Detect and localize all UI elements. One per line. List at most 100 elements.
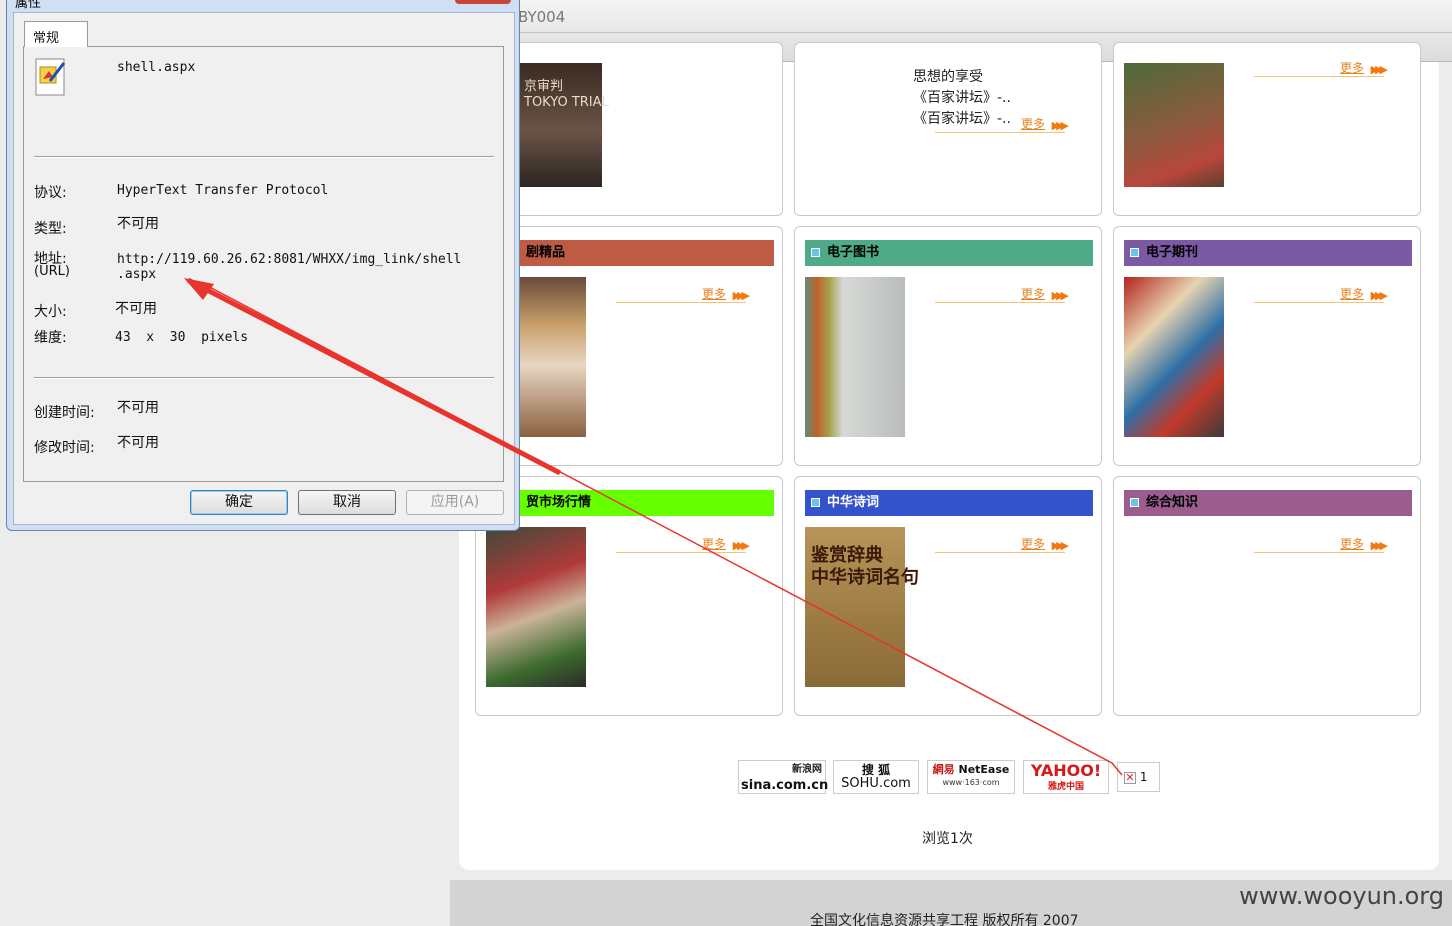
list-item[interactable]: 《百家讲坛》-.. [913,88,1011,109]
separator [34,377,494,379]
sina-logo[interactable]: 新浪网 sina.com.cn [738,760,829,794]
poster-title: 京审判 TOKYO TRIAL [524,79,609,110]
card-title: 电子图书 [827,245,880,260]
sina-logo-text: sina.com.cn [741,778,829,793]
more-link[interactable]: 更多 ▶▶▶ [935,537,1070,553]
more-link[interactable]: 更多 ▶▶▶ [616,287,751,303]
ok-button[interactable]: 确定 [190,490,288,515]
yahoo-logo-text: YAHOO! [1030,761,1102,780]
more-link-text[interactable]: 更多 [1021,285,1045,302]
card-header[interactable]: 电子期刊 [1124,240,1412,266]
more-link-text[interactable]: 更多 [702,535,726,552]
more-arrows-icon: ▶▶▶ [1370,289,1389,302]
cancel-button[interactable]: 取消 [298,490,396,515]
more-arrows-icon: ▶▶▶ [1051,539,1070,552]
general-tab-panel: shell.aspx 协议: HyperText Transfer Protoc… [23,46,504,482]
created-label: 创建时间: [34,405,95,421]
dimensions-label: 维度: [34,330,67,346]
protocol-value: HyperText Transfer Protocol [117,183,329,198]
card-title: 中华诗词 [827,495,880,510]
created-value: 不可用 [117,400,159,416]
more-arrows-icon: ▶▶▶ [1051,119,1070,132]
more-link[interactable]: 更多 ▶▶▶ [935,287,1070,303]
more-link[interactable]: 更多 ▶▶▶ [1254,61,1389,77]
more-arrows-icon: ▶▶▶ [1370,63,1389,76]
card-title: 电子期刊 [1146,245,1199,260]
card-header[interactable]: 电子图书 [805,240,1093,266]
yahoo-logo-cn: 雅虎中国 [1047,782,1084,792]
content-card: 京审判 TOKYO TRIAL [475,42,783,216]
modified-label: 修改时间: [34,440,95,456]
address-value[interactable]: http://119.60.26.62:8081/WHXX/img_link/s… [117,252,461,267]
broken-image-icon: ✕ [1124,771,1136,784]
card-header[interactable]: 中华诗词 [805,490,1093,516]
browser-tab-title[interactable]: BY004 [518,8,565,26]
more-link-text[interactable]: 更多 [702,285,726,302]
more-link[interactable]: 更多 ▶▶▶ [1254,287,1389,303]
opera-photo-image[interactable] [520,277,586,437]
properties-dialog: 属性 常规 shell.aspx 协议: HyperText Transfer … [6,0,520,531]
more-arrows-icon: ▶▶▶ [732,539,751,552]
size-value: 不可用 [115,301,157,317]
size-label: 大小: [34,304,67,320]
magazines-image[interactable] [1124,277,1224,437]
card-title: 综合知识 [1146,495,1199,510]
view-count: 浏览1次 [922,831,973,847]
address-label-url: (URL) [34,264,70,279]
page-footer: 全国文化信息资源共享工程 版权所有 2007 www.wooyun.org [450,880,1452,926]
more-arrows-icon: ▶▶▶ [1051,289,1070,302]
more-link[interactable]: 更多 ▶▶▶ [935,117,1070,133]
more-link[interactable]: 更多 ▶▶▶ [1254,537,1388,553]
sohu-logo-cn: 搜 狐 [861,763,891,777]
more-link-text[interactable]: 更多 [1340,535,1364,552]
poetry-book-image[interactable]: 鉴赏辞典 中华诗词名句 [805,527,919,687]
card-title: 剧精品 [526,245,566,260]
content-card: 思想的享受 《百家讲坛》-.. 《百家讲坛》-.. 更多 ▶▶▶ [794,42,1102,216]
content-card: 电子图书 更多 ▶▶▶ [794,226,1102,466]
card-header[interactable]: 综合知识 [1124,490,1412,516]
sohu-logo[interactable]: 搜 狐 SOHU.com [833,760,919,794]
toolbar-divider [450,32,1452,33]
apply-button[interactable]: 应用(A) [406,490,504,515]
close-button[interactable] [455,0,511,4]
netease-logo-url: www·163·com [942,778,1000,787]
copyright-text: 全国文化信息资源共享工程 版权所有 2007 [810,913,1079,926]
more-link-text[interactable]: 更多 [1021,535,1045,552]
web-page: 京审判 TOKYO TRIAL 思想的享受 《百家讲坛》-.. 《百家讲坛》-.… [459,42,1439,870]
book-box-image[interactable] [805,277,905,437]
card-header[interactable]: 剧精品 [520,240,774,266]
yahoo-logo[interactable]: YAHOO! 雅虎中国 [1023,760,1109,794]
list-item[interactable]: 思想的享受 [913,67,1011,88]
more-link-text[interactable]: 更多 [1021,115,1045,132]
more-link-text[interactable]: 更多 [1340,59,1364,76]
watermark: www.wooyun.org [1239,882,1444,910]
file-image-icon [35,58,66,96]
dialog-title: 属性 [15,0,42,11]
modified-value: 不可用 [117,435,159,451]
orchard-photo-image[interactable] [1124,63,1224,187]
content-card: 电子期刊 更多 ▶▶▶ [1113,226,1421,466]
film-poster-image[interactable]: 京审判 TOKYO TRIAL [520,63,609,187]
type-label: 类型: [34,221,67,237]
bullet-square-icon [1130,248,1139,257]
sohu-logo-text: SOHU.com [841,776,911,791]
dialog-body: 常规 shell.aspx 协议: HyperText Transfer Pro… [13,12,515,525]
broken-image-link[interactable]: ✕ 1 [1117,762,1160,792]
sina-logo-cn: 新浪网 [792,764,822,775]
market-photo-image[interactable] [486,527,586,687]
card-header[interactable]: 贸市场行情 [520,490,774,516]
address-value-continued[interactable]: .aspx [117,267,156,282]
broken-image-number: 1 [1139,770,1148,784]
netease-logo[interactable]: 網易 NetEase www·163·com [927,760,1015,794]
book-title: 鉴赏辞典 中华诗词名句 [811,545,919,588]
more-link[interactable]: 更多 ▶▶▶ [616,537,751,553]
more-link-text[interactable]: 更多 [1340,285,1364,302]
content-card: 中华诗词 鉴赏辞典 中华诗词名句 更多 ▶▶▶ [794,476,1102,716]
content-card: 剧精品 更多 ▶▶▶ [475,226,783,466]
content-card: 综合知识 更多 ▶▶▶ [1113,476,1421,716]
bullet-square-icon [1130,498,1139,507]
protocol-label: 协议: [34,185,67,201]
tab-general[interactable]: 常规 [24,21,88,47]
type-value: 不可用 [117,216,159,232]
more-arrows-icon: ▶▶▶ [732,289,751,302]
